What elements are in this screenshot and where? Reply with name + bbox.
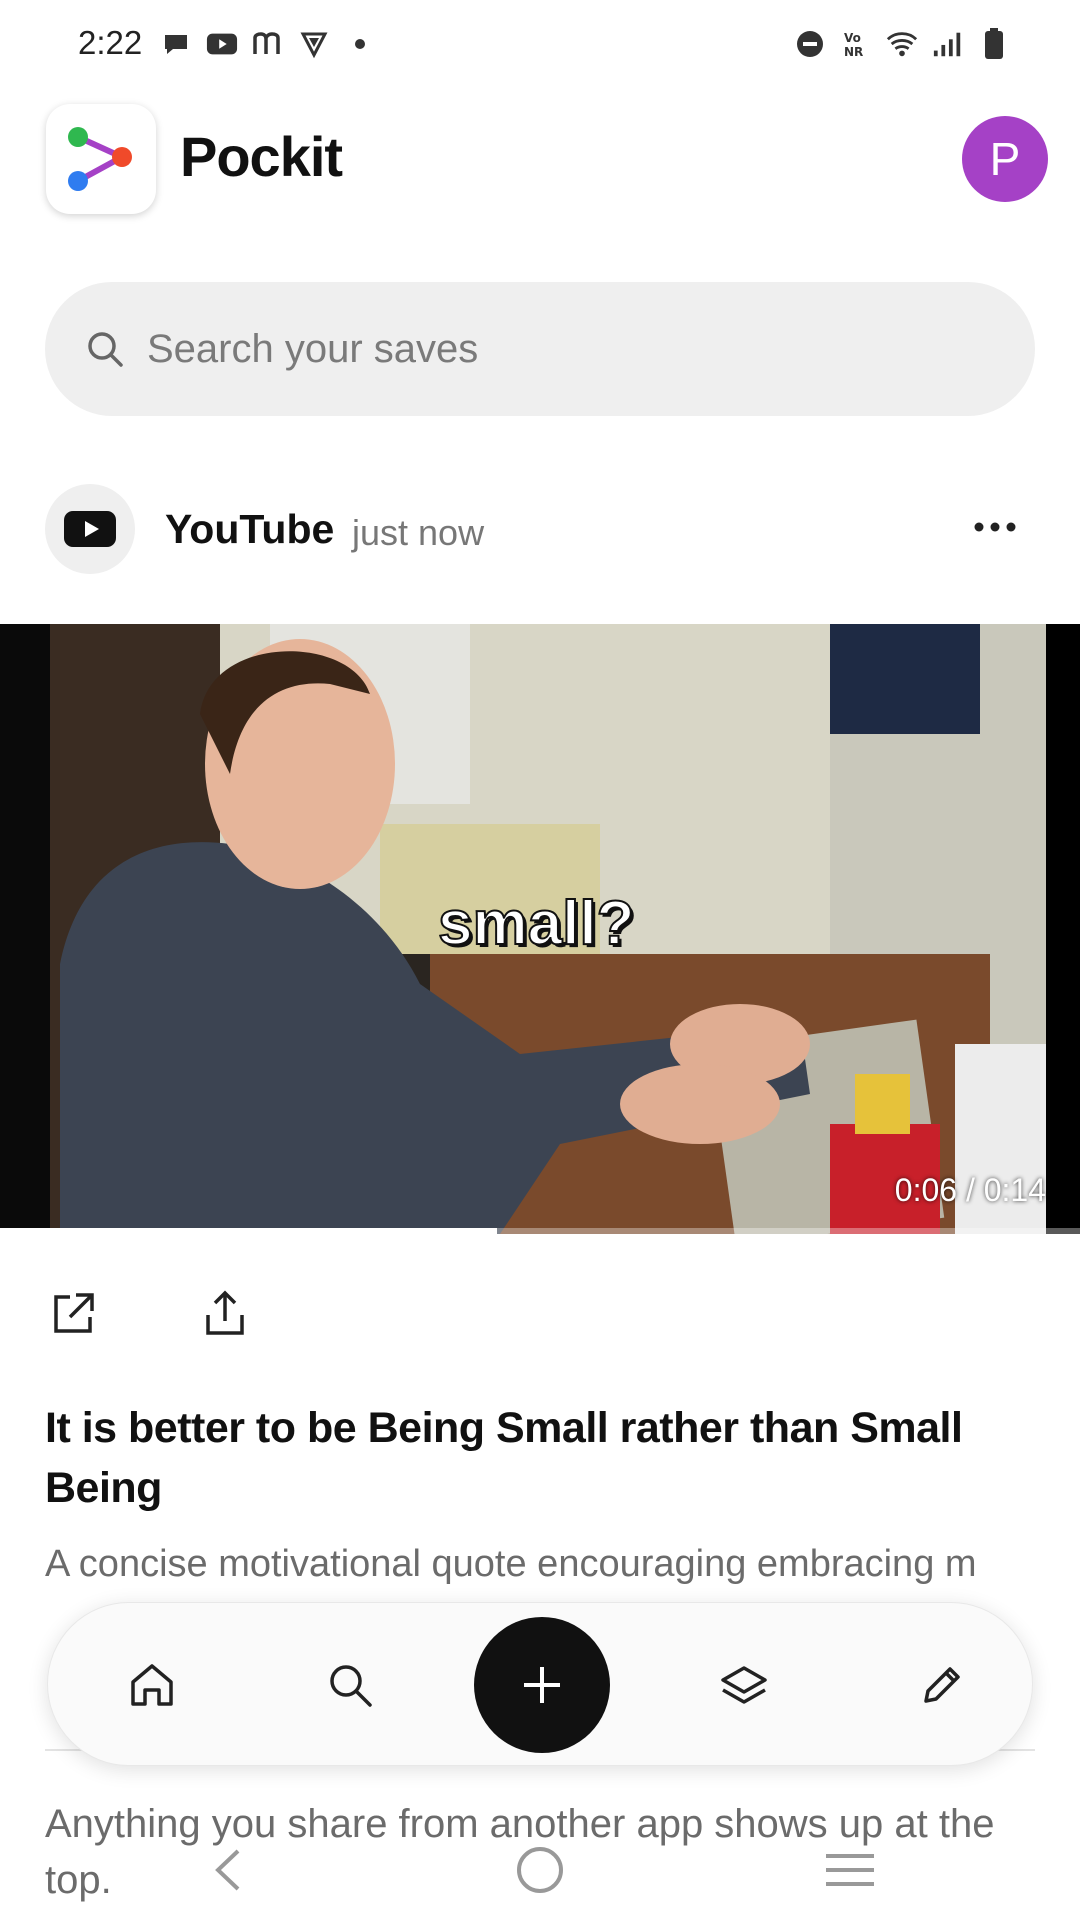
more-options-button[interactable]	[965, 502, 1025, 552]
svg-text:Vo: Vo	[844, 31, 861, 45]
wifi-icon	[886, 28, 918, 60]
signal-icon	[932, 28, 964, 60]
search-bar[interactable]	[45, 282, 1035, 416]
app-title: Pockit	[180, 125, 343, 188]
video-progress-bar[interactable]	[0, 1228, 1080, 1234]
external-link-icon	[54, 1293, 94, 1333]
source-name: YouTube	[165, 506, 335, 552]
chat-icon	[160, 28, 192, 60]
open-external-button[interactable]	[45, 1286, 101, 1342]
battery-icon	[978, 28, 1010, 60]
video-timer: 0:06 / 0:14	[894, 1172, 1046, 1208]
search-input[interactable]	[147, 326, 967, 372]
status-bar: 2:22 Vo NR	[0, 0, 1080, 90]
status-left-icons	[160, 28, 376, 60]
svg-text:NR: NR	[844, 45, 863, 59]
source-time: just now	[352, 512, 485, 553]
system-home-button[interactable]	[508, 1838, 572, 1902]
nav-edit-button[interactable]	[910, 1653, 974, 1717]
nav-collections-button[interactable]	[712, 1653, 776, 1717]
youtube-icon	[206, 28, 238, 60]
bottom-nav	[47, 1602, 1033, 1766]
edit-icon	[924, 1667, 960, 1703]
back-chevron-icon	[215, 1849, 240, 1891]
more-dots-icon	[974, 522, 1016, 532]
dot-icon	[344, 28, 376, 60]
nav-add-button[interactable]	[474, 1617, 610, 1753]
system-recents-button[interactable]	[818, 1838, 882, 1902]
app-logo	[46, 104, 156, 214]
add-icon	[524, 1667, 560, 1703]
vpn-shield-icon	[298, 28, 330, 60]
system-nav-bar	[0, 1830, 1080, 1910]
layers-icon	[721, 1666, 767, 1704]
app-header: Pockit P	[0, 100, 1080, 220]
search-icon	[330, 1665, 372, 1707]
card-source-row: YouTube just now	[45, 484, 1035, 574]
avatar[interactable]: P	[962, 116, 1048, 202]
nav-search-button[interactable]	[318, 1653, 382, 1717]
status-time: 2:22	[78, 24, 143, 61]
m-icon	[252, 28, 284, 60]
video-caption: small?	[437, 888, 635, 959]
video-player[interactable]: small? 0:06 / 0:14	[0, 624, 1080, 1234]
vonr-icon: Vo NR	[840, 28, 872, 60]
home-circle-icon	[517, 1847, 563, 1893]
video-progress-fill	[0, 1228, 497, 1234]
share-button[interactable]	[197, 1286, 253, 1342]
nav-home-button[interactable]	[120, 1653, 184, 1717]
youtube-source-icon	[45, 484, 135, 574]
system-back-button[interactable]	[196, 1838, 260, 1902]
card-title[interactable]: It is better to be Being Small rather th…	[45, 1398, 1035, 1518]
card-actions	[45, 1286, 253, 1346]
dnd-icon	[794, 28, 826, 60]
home-icon	[131, 1664, 173, 1706]
search-icon	[85, 329, 125, 369]
recents-menu-icon	[826, 1854, 874, 1886]
share-icon	[206, 1290, 244, 1335]
status-right-icons: Vo NR	[794, 28, 1010, 60]
